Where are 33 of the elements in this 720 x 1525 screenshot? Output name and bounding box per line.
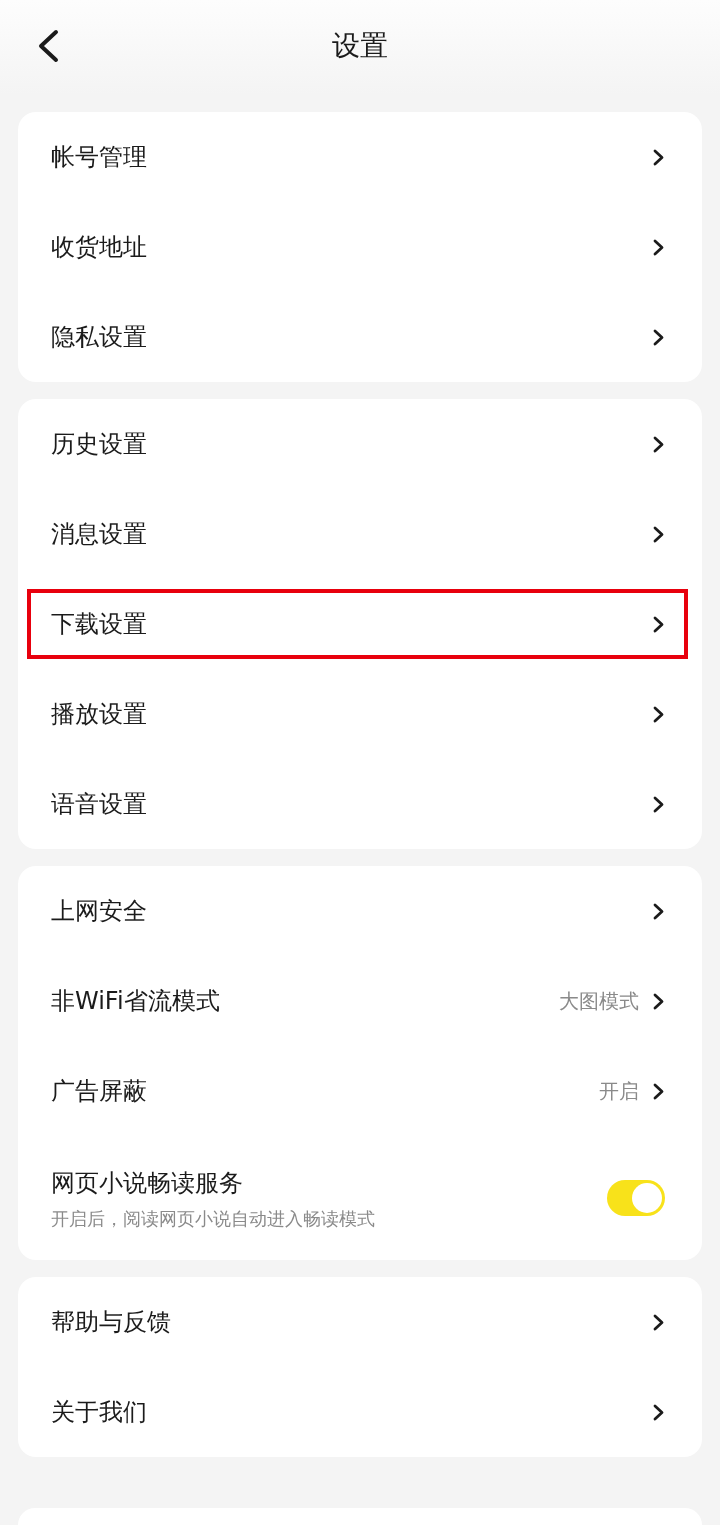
settings-item[interactable]: 播放设置	[27, 679, 688, 749]
settings-item[interactable]: 历史设置	[27, 409, 688, 479]
settings-item[interactable]: 帮助与反馈	[27, 1287, 688, 1357]
chevron-right-icon	[653, 328, 664, 346]
chevron-right-icon	[653, 1403, 664, 1421]
settings-item[interactable]: 广告屏蔽 开启	[27, 1056, 688, 1126]
chevron-right-icon	[653, 525, 664, 543]
chevron-right-icon	[653, 1313, 664, 1331]
value-text: 大图模式	[559, 988, 639, 1015]
value-text: 开启	[599, 1078, 639, 1105]
settings-item[interactable]: 隐私设置	[27, 302, 688, 372]
chevron-right-icon	[653, 238, 664, 256]
item-label: 网页小说畅读服务	[51, 1167, 244, 1199]
chevron-right-icon	[653, 795, 664, 813]
chevron-right-icon	[653, 992, 664, 1010]
settings-item[interactable]: 上网安全	[27, 876, 688, 946]
toggle-switch[interactable]	[607, 1180, 665, 1216]
chevron-right-icon	[653, 705, 664, 723]
chevron-right-icon	[653, 615, 664, 633]
chevron-right-icon	[653, 902, 664, 920]
settings-item[interactable]: 非WiFi省流模式 大图模式	[27, 966, 688, 1036]
page-title: 设置	[332, 28, 388, 63]
settings-item[interactable]: 下载设置	[27, 589, 688, 659]
settings-item[interactable]: 消息设置	[27, 499, 688, 569]
item-description: 开启后，阅读网页小说自动进入畅读模式	[51, 1206, 375, 1231]
back-icon	[36, 28, 60, 63]
settings-item[interactable]: 收货地址	[27, 212, 688, 282]
settings-item[interactable]: 帐号管理	[27, 122, 688, 192]
settings-item[interactable]: 语音设置	[27, 769, 688, 839]
settings-item[interactable]: 关于我们	[27, 1377, 688, 1447]
chevron-right-icon	[653, 148, 664, 166]
chevron-right-icon	[653, 435, 664, 453]
chevron-right-icon	[653, 1082, 664, 1100]
